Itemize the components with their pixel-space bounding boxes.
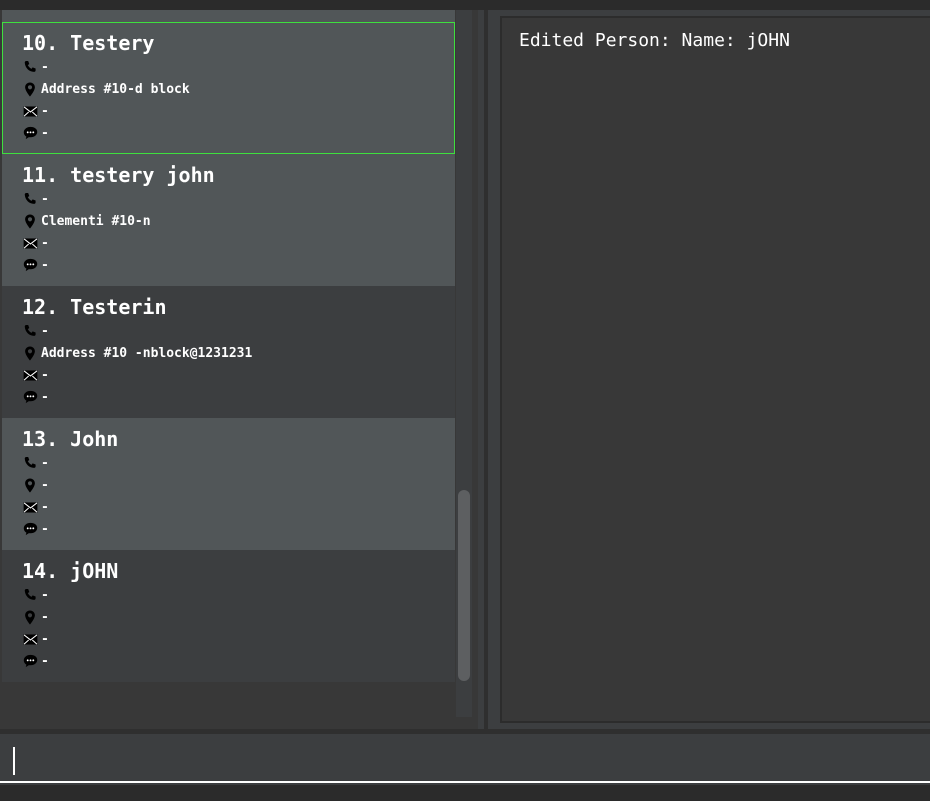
person-card[interactable]: 12. Testerin - Address #10 -nblock@1231231… bbox=[2, 286, 455, 418]
person-email: - bbox=[41, 103, 49, 119]
menu-bar bbox=[0, 0, 930, 10]
phone-icon bbox=[22, 191, 38, 207]
person-phone: - bbox=[41, 587, 49, 603]
person-phone: - bbox=[41, 191, 49, 207]
person-index: 12. bbox=[22, 295, 59, 319]
person-name: 10. Testery bbox=[22, 30, 454, 56]
person-phone: - bbox=[41, 455, 49, 471]
person-index: 13. bbox=[22, 427, 59, 451]
person-email-row: - bbox=[22, 628, 455, 650]
person-card[interactable]: 10. Testery - Address #10-d block - - bbox=[2, 22, 455, 154]
person-remark-row: - bbox=[22, 386, 455, 408]
person-name-text: jOHN bbox=[70, 559, 119, 583]
person-phone-row: - bbox=[22, 56, 454, 78]
person-list-scrollbar[interactable] bbox=[456, 10, 472, 717]
speech-bubble-icon bbox=[22, 125, 38, 141]
split-pane-divider[interactable] bbox=[484, 10, 488, 729]
location-pin-icon bbox=[22, 345, 38, 361]
person-phone-row: - bbox=[22, 188, 455, 210]
person-card[interactable]: 14. jOHN - - - - bbox=[2, 550, 455, 682]
person-name: 11. testery john bbox=[22, 162, 455, 188]
person-remark: - bbox=[41, 389, 49, 405]
phone-icon bbox=[22, 323, 38, 339]
app-window: 9. ---- 10. Testery - Address #10-d block - -… bbox=[0, 0, 930, 801]
result-display-panel: Edited Person: Name: jOHN bbox=[500, 16, 930, 723]
person-address: Address #10-d block bbox=[41, 81, 190, 97]
person-remark-row: - bbox=[22, 518, 455, 540]
person-index: 14. bbox=[22, 559, 59, 583]
envelope-icon bbox=[22, 367, 38, 383]
scrollbar-thumb[interactable] bbox=[458, 490, 470, 681]
person-email-row: - bbox=[22, 100, 454, 122]
person-address-row: Clementi #10-n bbox=[22, 210, 455, 232]
person-name-text: testery john bbox=[70, 163, 215, 187]
person-phone-row: - bbox=[22, 452, 455, 474]
person-address-row: Address #10-d block bbox=[22, 78, 454, 100]
person-phone: - bbox=[41, 59, 49, 75]
speech-bubble-icon bbox=[22, 521, 38, 537]
command-box bbox=[0, 734, 930, 783]
speech-bubble-icon bbox=[22, 653, 38, 669]
person-email-row: - bbox=[22, 364, 455, 386]
person-remark: - bbox=[41, 653, 49, 669]
person-list-panel: 9. ---- 10. Testery - Address #10-d block - -… bbox=[0, 10, 478, 729]
location-pin-icon bbox=[22, 609, 38, 625]
person-list: 9. ---- 10. Testery - Address #10-d block - -… bbox=[2, 10, 455, 682]
person-address: - bbox=[41, 609, 49, 625]
person-name-text: Testery bbox=[70, 31, 155, 55]
location-pin-icon bbox=[22, 81, 38, 97]
speech-bubble-icon bbox=[22, 389, 38, 405]
person-index: 10. bbox=[22, 31, 59, 55]
person-remark: - bbox=[41, 521, 49, 537]
person-address-row: - bbox=[22, 474, 455, 496]
person-remark: - bbox=[41, 125, 49, 141]
person-phone-row: - bbox=[22, 320, 455, 342]
person-list-viewport[interactable]: 9. ---- 10. Testery - Address #10-d block - -… bbox=[2, 10, 455, 717]
person-address: Address #10 -nblock@1231231 bbox=[41, 345, 253, 361]
person-email: - bbox=[41, 367, 49, 383]
command-input[interactable] bbox=[10, 742, 914, 774]
person-email: - bbox=[41, 631, 49, 647]
text-caret bbox=[13, 747, 15, 775]
person-name: 13. John bbox=[22, 426, 455, 452]
envelope-icon bbox=[22, 235, 38, 251]
person-remark-row: - bbox=[22, 650, 455, 672]
envelope-icon bbox=[22, 499, 38, 515]
person-phone: - bbox=[41, 323, 49, 339]
person-remark: - bbox=[41, 257, 49, 273]
person-address: - bbox=[41, 477, 49, 493]
person-address: Clementi #10-n bbox=[41, 213, 151, 229]
person-index: 11. bbox=[22, 163, 59, 187]
location-pin-icon bbox=[22, 213, 38, 229]
speech-bubble-icon bbox=[22, 257, 38, 273]
person-name: 14. jOHN bbox=[22, 558, 455, 584]
person-phone-row: - bbox=[22, 584, 455, 606]
person-email-row: - bbox=[22, 232, 455, 254]
person-remark-row: - bbox=[22, 122, 454, 144]
person-address-row: Address #10 -nblock@1231231 bbox=[22, 342, 455, 364]
envelope-icon bbox=[22, 631, 38, 647]
person-card[interactable]: 11. testery john - Clementi #10-n - - bbox=[2, 154, 455, 286]
location-pin-icon bbox=[22, 477, 38, 493]
person-name-text: Testerin bbox=[70, 295, 167, 319]
envelope-icon bbox=[22, 103, 38, 119]
person-email-row: - bbox=[22, 496, 455, 518]
result-message: Edited Person: Name: jOHN bbox=[519, 30, 790, 51]
person-email: - bbox=[41, 235, 49, 251]
status-bar bbox=[0, 785, 930, 801]
phone-icon bbox=[22, 59, 38, 75]
person-remark-row: - bbox=[22, 10, 455, 12]
person-remark-row: - bbox=[22, 254, 455, 276]
person-email: - bbox=[41, 499, 49, 515]
person-name-text: John bbox=[70, 427, 119, 451]
person-card[interactable]: 9. ---- bbox=[2, 10, 455, 22]
phone-icon bbox=[22, 455, 38, 471]
phone-icon bbox=[22, 587, 38, 603]
person-address-row: - bbox=[22, 606, 455, 628]
person-card[interactable]: 13. John - - - - bbox=[2, 418, 455, 550]
person-name: 12. Testerin bbox=[22, 294, 455, 320]
